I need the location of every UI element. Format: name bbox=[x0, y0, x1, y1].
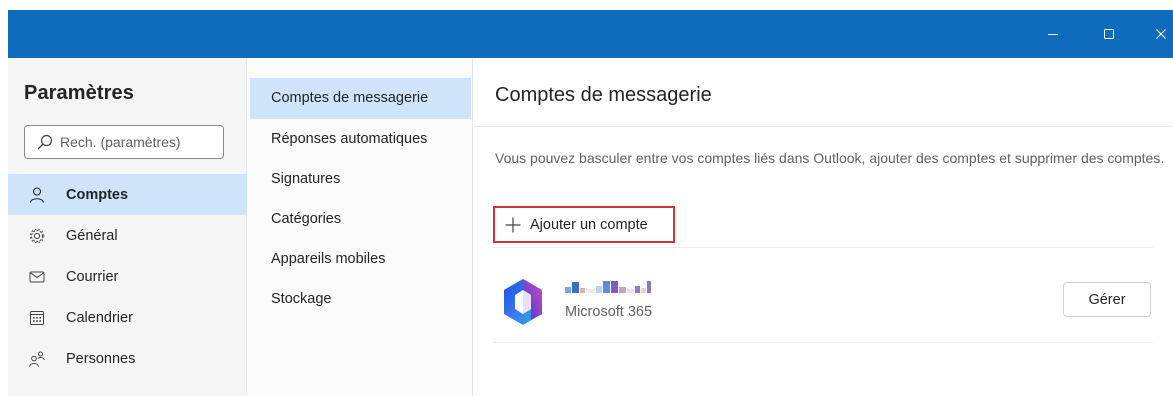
accounts-subnav-pane: Comptes de messagerie Réponses automatiq… bbox=[248, 58, 473, 396]
settings-nav-list: Comptes Général Courrier Calendrier Pers… bbox=[8, 174, 247, 379]
title-divider bbox=[474, 126, 1173, 127]
search-icon bbox=[37, 134, 53, 150]
settings-title: Paramètres bbox=[24, 82, 134, 104]
accounts-description: Vous pouvez basculer entre vos comptes l… bbox=[495, 150, 1165, 166]
subnav-item-reponses-automatiques[interactable]: Réponses automatiques bbox=[250, 118, 471, 158]
nav-item-label: Comptes bbox=[66, 186, 129, 203]
people-icon bbox=[28, 350, 46, 368]
add-account-button[interactable]: Ajouter un compte bbox=[493, 206, 675, 243]
nav-item-label: Général bbox=[66, 227, 118, 244]
person-icon bbox=[28, 186, 46, 204]
account-type-label: Microsoft 365 bbox=[565, 304, 653, 320]
maximize-icon bbox=[1104, 29, 1114, 39]
page-title: Comptes de messagerie bbox=[495, 84, 712, 106]
plus-icon bbox=[505, 217, 521, 232]
subnav-item-comptes-de-messagerie[interactable]: Comptes de messagerie bbox=[250, 78, 471, 119]
account-row: Microsoft 365 Gérer bbox=[493, 268, 1153, 340]
settings-search-input[interactable] bbox=[60, 134, 210, 150]
nav-item-calendrier[interactable]: Calendrier bbox=[8, 297, 247, 338]
accounts-divider bbox=[493, 247, 1153, 248]
calendar-icon bbox=[28, 309, 46, 327]
subnav-item-stockage[interactable]: Stockage bbox=[250, 278, 471, 318]
close-button[interactable] bbox=[1141, 10, 1173, 58]
nav-item-general[interactable]: Général bbox=[8, 215, 247, 256]
account-row-divider bbox=[493, 342, 1153, 343]
nav-item-label: Personnes bbox=[66, 350, 136, 367]
subnav-item-appareils-mobiles[interactable]: Appareils mobiles bbox=[250, 238, 471, 278]
settings-nav-pane: Paramètres Comptes Général bbox=[8, 58, 247, 396]
redacted-account-email bbox=[565, 279, 651, 293]
settings-dialog: Paramètres Comptes Général bbox=[8, 58, 1173, 396]
close-icon bbox=[1156, 29, 1166, 39]
nav-item-personnes[interactable]: Personnes bbox=[8, 338, 247, 379]
nav-item-label: Courrier bbox=[66, 268, 119, 285]
manage-account-button[interactable]: Gérer bbox=[1063, 282, 1151, 317]
nav-item-courrier[interactable]: Courrier bbox=[8, 256, 247, 297]
gear-icon bbox=[28, 227, 46, 245]
minimize-icon bbox=[1048, 34, 1058, 35]
nav-item-label: Calendrier bbox=[66, 309, 133, 326]
accounts-subnav-list: Comptes de messagerie Réponses automatiq… bbox=[250, 78, 471, 318]
maximize-button[interactable] bbox=[1089, 10, 1129, 58]
settings-search-box[interactable] bbox=[24, 125, 224, 159]
title-bar bbox=[8, 10, 1173, 58]
minimize-button[interactable] bbox=[1033, 10, 1073, 58]
subnav-item-signatures[interactable]: Signatures bbox=[250, 158, 471, 198]
email-accounts-content: Comptes de messagerie Vous pouvez bascul… bbox=[474, 58, 1173, 396]
subnav-item-categories[interactable]: Catégories bbox=[250, 198, 471, 238]
mail-icon bbox=[28, 268, 46, 286]
microsoft-365-icon bbox=[504, 279, 542, 325]
nav-item-comptes[interactable]: Comptes bbox=[8, 174, 247, 215]
add-account-label: Ajouter un compte bbox=[530, 216, 648, 233]
